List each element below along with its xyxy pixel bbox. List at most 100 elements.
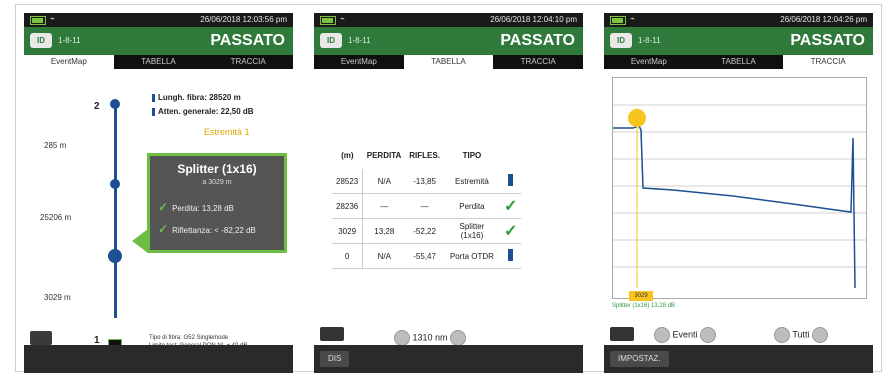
map-view-button[interactable] <box>30 331 52 345</box>
battery-icon <box>320 16 336 25</box>
event-end-node-icon[interactable] <box>110 99 120 109</box>
col-loss: PERDITA <box>366 150 402 160</box>
clock: 26/06/2018 12:03:56 pm <box>200 15 287 24</box>
bottom-bar: DIS <box>314 345 583 373</box>
zoom-selector: Tutti <box>774 327 829 343</box>
event-callout[interactable]: Splitter (1x16) a 3029 m ✓ Perdita: 13,28… <box>147 153 287 253</box>
grid-lines <box>613 104 866 268</box>
tab-tabella[interactable]: TABELLA <box>114 55 204 69</box>
result-status: PASSATO <box>790 32 865 49</box>
col-status <box>500 141 521 169</box>
info-icon <box>499 243 522 269</box>
event-navigator: Eventi <box>654 327 717 343</box>
all-label: Tutti <box>792 329 810 340</box>
prev-wavelength-button[interactable] <box>394 330 410 346</box>
plug-icon: ⌁ <box>340 14 345 23</box>
col-distance: (m) <box>341 150 354 160</box>
prev-zoom-button[interactable] <box>774 327 790 343</box>
wavelength-value: 1310 nm <box>412 332 448 343</box>
status-bar: ⌁ 26/06/2018 12:04:10 pm <box>314 13 583 27</box>
next-event-button[interactable] <box>700 327 717 343</box>
tab-bar: EventMap TABELLA TRACCIA <box>604 55 873 69</box>
event-table: (m) PERDITA RIFLES. TIPO 28523 N/A -13,8… <box>332 141 522 269</box>
cursor-distance: 3029 <box>629 291 653 301</box>
settings-softkey[interactable]: IMPOSTAZ. <box>610 351 669 367</box>
end-label: Estremità 1 <box>204 127 250 137</box>
bottom-bar: IMPOSTAZ. <box>604 345 873 373</box>
fiber-logo-icon[interactable]: ID <box>30 33 52 48</box>
tab-bar: EventMap TABELLA TRACCIA <box>314 55 583 69</box>
tab-traccia[interactable]: TRACCIA <box>783 55 873 69</box>
info-icon <box>499 169 522 194</box>
prev-event-button[interactable] <box>654 327 670 343</box>
clock: 26/06/2018 12:04:26 pm <box>780 15 867 24</box>
tab-tabella[interactable]: TABELLA <box>694 55 784 69</box>
status-bar: ⌁ 26/06/2018 12:04:26 pm <box>604 13 873 27</box>
screen-traccia: ⌁ 26/06/2018 12:04:26 pm ID 1-8-11 PASSA… <box>604 13 873 373</box>
plug-icon: ⌁ <box>630 14 635 23</box>
tab-tabella[interactable]: TABELLA <box>403 55 494 69</box>
tab-traccia[interactable]: TRACCIA <box>203 55 293 69</box>
callout-reflectance: ✓ Riflettanza: < -82,22 dB <box>158 222 256 236</box>
cursor-marker <box>628 109 646 127</box>
tab-eventmap[interactable]: EventMap <box>24 55 114 69</box>
result-header: ID 1-8-11 PASSATO <box>24 27 293 55</box>
event-number-top: 2 <box>94 101 100 112</box>
table-row[interactable]: 28523 N/A -13,85 Estremità <box>332 169 522 194</box>
callout-distance: a 3029 m <box>202 179 232 186</box>
tab-eventmap[interactable]: EventMap <box>314 55 404 69</box>
check-icon: ✓ <box>499 218 522 244</box>
result-header: ID 1-8-11 PASSATO <box>604 27 873 55</box>
check-icon: ✓ <box>158 200 169 214</box>
callout-loss: ✓ Perdita: 13,28 dB <box>158 200 234 214</box>
event-loss-node-icon[interactable] <box>110 179 120 189</box>
fiber-id: 1-8-11 <box>58 36 81 45</box>
battery-icon <box>610 16 626 25</box>
table-row[interactable]: 3029 13,28 -52,22 Splitter (1x16) ✓ <box>332 218 522 244</box>
bottom-bar <box>24 345 293 373</box>
screen-eventmap: ⌁ 26/06/2018 12:03:56 pm ID 1-8-11 PASSA… <box>24 13 293 373</box>
trace-line <box>613 125 856 289</box>
total-loss: Atten. generale: 22,50 dB <box>152 107 254 116</box>
plug-icon: ⌁ <box>50 14 55 23</box>
fiber-id: 1-8-11 <box>638 36 661 45</box>
softkey-button[interactable]: DIS <box>320 351 350 367</box>
splitter-node-icon[interactable] <box>108 249 122 263</box>
check-icon: ✓ <box>499 193 522 219</box>
fiber-length: Lungh. fibra: 28520 m <box>152 93 241 102</box>
fiber-track <box>114 103 117 318</box>
col-type: TIPO <box>462 150 482 160</box>
next-zoom-button[interactable] <box>812 327 829 343</box>
result-status: PASSATO <box>210 32 285 49</box>
table-row[interactable]: 0 N/A -55,47 Porta OTDR <box>332 243 522 269</box>
status-bar: ⌁ 26/06/2018 12:03:56 pm <box>24 13 293 27</box>
wavelength-selector: 1310 nm <box>394 330 467 346</box>
screenshot-frame: ⌁ 26/06/2018 12:03:56 pm ID 1-8-11 PASSA… <box>15 4 882 373</box>
battery-icon <box>30 16 46 25</box>
tab-eventmap[interactable]: EventMap <box>604 55 694 69</box>
view-toggle-button[interactable] <box>320 327 344 341</box>
events-label: Eventi <box>672 329 698 340</box>
distance-label: 25206 m <box>40 213 72 222</box>
view-toggle-button[interactable] <box>610 327 634 341</box>
callout-title: Splitter (1x16) <box>177 162 257 176</box>
trace-caption: Splitter (1x16) 13,28 dB <box>612 303 676 309</box>
distance-label: 285 m <box>44 141 67 150</box>
check-icon: ✓ <box>158 222 169 236</box>
otdr-trace-graph[interactable] <box>612 77 867 299</box>
screen-tabella: ⌁ 26/06/2018 12:04:10 pm ID 1-8-11 PASSA… <box>314 13 583 373</box>
next-wavelength-button[interactable] <box>450 330 467 346</box>
tab-bar: EventMap TABELLA TRACCIA <box>24 55 293 69</box>
fibre-type: Tipo di fibra: G52 Singlemode <box>149 335 229 341</box>
callout-pointer <box>132 229 148 253</box>
table-row[interactable]: 28236 — — Perdita ✓ <box>332 193 522 219</box>
fiber-id: 1-8-11 <box>348 36 371 45</box>
result-status: PASSATO <box>500 32 575 49</box>
result-header: ID 1-8-11 PASSATO <box>314 27 583 55</box>
col-reflectance: RIFLES. <box>409 150 440 160</box>
tab-traccia[interactable]: TRACCIA <box>493 55 583 69</box>
clock: 26/06/2018 12:04:10 pm <box>490 15 577 24</box>
fiber-logo-icon[interactable]: ID <box>610 33 632 48</box>
distance-label: 3029 m <box>44 293 71 302</box>
fiber-logo-icon[interactable]: ID <box>320 33 342 48</box>
